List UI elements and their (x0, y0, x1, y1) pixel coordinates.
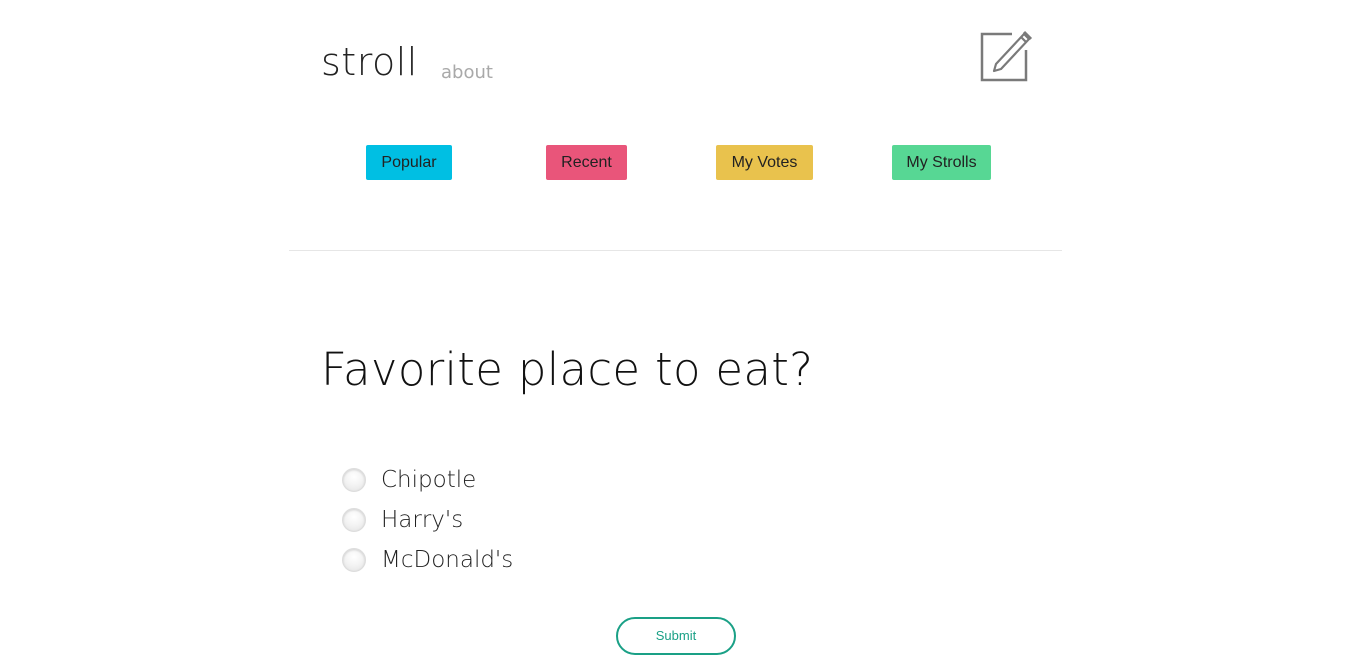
poll-option[interactable]: Harry's (342, 500, 513, 540)
edit-square-pencil-icon (980, 30, 1033, 82)
radio-button[interactable] (342, 508, 366, 532)
radio-button[interactable] (342, 468, 366, 492)
nav-my-votes-button[interactable]: My Votes (716, 145, 813, 180)
divider (289, 250, 1062, 251)
logo[interactable]: stroll (321, 40, 418, 84)
page: stroll about Popular Recent My Votes My … (0, 0, 1348, 656)
poll-option[interactable]: McDonald's (342, 540, 513, 580)
compose-button[interactable] (978, 28, 1034, 84)
nav-popular-button[interactable]: Popular (366, 145, 452, 180)
poll-option-label: Harry's (381, 507, 464, 533)
radio-button[interactable] (342, 548, 366, 572)
about-link[interactable]: about (441, 62, 493, 83)
poll-option[interactable]: Chipotle (342, 460, 513, 500)
poll-options: Chipotle Harry's McDonald's (342, 460, 513, 580)
nav-bar: Popular Recent My Votes My Strolls (0, 145, 1348, 181)
submit-button[interactable]: Submit (616, 617, 736, 655)
poll-question: Favorite place to eat? (321, 343, 814, 396)
nav-my-strolls-button[interactable]: My Strolls (892, 145, 991, 180)
poll-option-label: McDonald's (381, 547, 514, 573)
nav-recent-button[interactable]: Recent (546, 145, 627, 180)
poll-option-label: Chipotle (381, 467, 477, 493)
